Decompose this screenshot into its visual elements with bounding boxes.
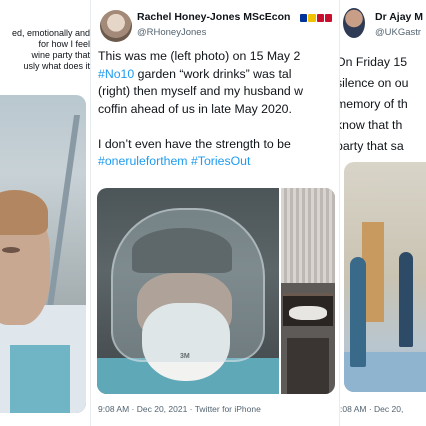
photo-nurse [399, 252, 413, 347]
photo-scrubs [10, 345, 70, 413]
display-name[interactable]: Dr Ajay M [375, 11, 423, 23]
photo-pole [45, 115, 81, 315]
tweet-line: memory of th [340, 97, 408, 111]
left-tweet-line: wine party that [31, 50, 90, 60]
display-name[interactable]: Rachel Honey-Jones MScEcon [137, 11, 290, 23]
tweet-body: On Friday 15 silence on ou memory of th … [340, 52, 426, 157]
right-tweet[interactable]: Dr Ajay M @UKGastr On Friday 15 silence … [340, 0, 426, 426]
tweet-line: coffin ahead of us in late May 2020. [98, 101, 292, 116]
left-tweet-text: ed, emotionally and for how I feel wine … [0, 28, 90, 72]
flag-eu-stars-icon [308, 14, 316, 22]
tweet-timestamp[interactable]: 9:08 AM · Dec 20, 2021 · Twitter for iPh… [98, 404, 261, 414]
user-handle[interactable]: @RHoneyJones [137, 27, 206, 38]
flag-red-icon [316, 14, 324, 22]
tweet-line: I don’t even have the strength to be [98, 136, 291, 151]
tweet-line: silence on ou [340, 76, 409, 90]
flag-wales-icon [324, 14, 332, 22]
photo-hair [0, 190, 48, 235]
hashtag-link[interactable]: #No10 [98, 67, 134, 81]
photo-flowers [289, 306, 327, 320]
tweet-line [98, 118, 338, 136]
flag-eu-icon [300, 14, 308, 22]
photo-visor [111, 208, 265, 362]
left-tweet-line: usly what does it [23, 61, 90, 71]
tweet-media[interactable]: 3M [97, 188, 335, 394]
left-tweet-photo[interactable] [0, 95, 86, 413]
photo-nurse [350, 257, 366, 367]
avatar[interactable] [343, 8, 365, 38]
tweet-line: know that th [340, 118, 403, 132]
photo-eye [2, 247, 20, 253]
flag-emoji-icons [300, 14, 332, 22]
tweet-body: This was me (left photo) on 15 May 2 #No… [98, 48, 338, 171]
tweet-line: This was me (left photo) on 15 May 2 [98, 49, 301, 63]
left-tweet-line: ed, emotionally and [11, 28, 90, 38]
photo-curtain [281, 188, 335, 283]
left-tweet-line: for how I feel [38, 39, 90, 49]
user-handle[interactable]: @UKGastr [375, 27, 421, 38]
tweet-line: (right) then myself and my husband w [98, 84, 304, 98]
center-tweet[interactable]: Rachel Honey-Jones MScEcon @RHoneyJones … [90, 0, 340, 426]
tweet-media[interactable] [344, 162, 426, 392]
photo-coffin[interactable] [281, 188, 335, 394]
tweet-line-rest: garden “work drinks” was tal [134, 66, 292, 81]
tweet-line: On Friday 15 [340, 55, 408, 69]
left-tweet[interactable]: ed, emotionally and for how I feel wine … [0, 0, 90, 426]
hashtag-links[interactable]: #oneruleforthem #ToriesOut [98, 153, 338, 171]
photo-ppe-selfie[interactable]: 3M [97, 188, 279, 394]
photo-stand [287, 338, 329, 394]
tweet-line: party that sa [340, 139, 404, 153]
tweet-timestamp[interactable]: :08 AM · Dec 20, [340, 404, 403, 414]
tweet-line: #No10 garden “work drinks” was tal [98, 66, 338, 84]
avatar[interactable] [100, 10, 132, 42]
